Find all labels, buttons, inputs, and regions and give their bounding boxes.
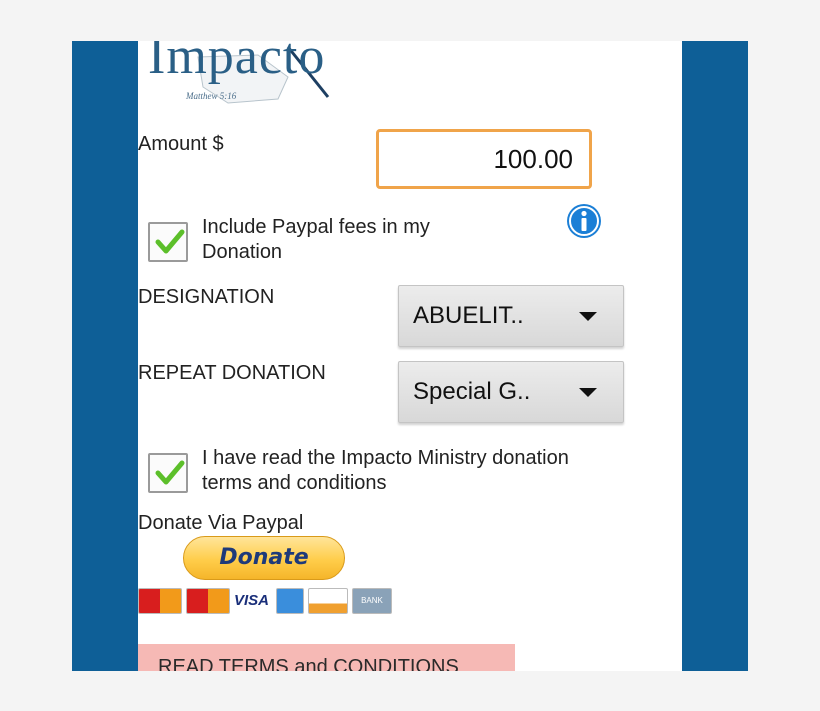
- include-fees-label-line1: Include Paypal fees in my: [202, 216, 430, 238]
- phone-frame-left: [72, 41, 138, 671]
- terms-agree-label-line1: I have read the Impacto Ministry donatio…: [202, 447, 569, 469]
- paypal-label: Donate Via Paypal: [138, 512, 304, 534]
- designation-value: ABUELIT..: [413, 302, 524, 329]
- designation-label: DESIGNATION: [138, 286, 275, 308]
- logo-verse: Matthew 5:16: [186, 91, 237, 101]
- include-fees-label-line2: Donation: [202, 241, 283, 263]
- checkmark-icon: [155, 460, 185, 485]
- visa-card-icon: VISA: [234, 592, 270, 609]
- amount-input[interactable]: 100.00: [376, 129, 592, 189]
- terms-agree-checkbox[interactable]: [148, 453, 188, 493]
- logo-wordmark: Impacto: [148, 41, 326, 85]
- dropdown-arrow-icon: [579, 388, 597, 397]
- paypal-donate-button[interactable]: Donate: [183, 536, 345, 580]
- discover-card-icon: [308, 588, 348, 614]
- bank-icon: BANK: [352, 588, 392, 614]
- impacto-logo: Impacto Matthew 5:16: [148, 41, 378, 107]
- phone-frame-right: [682, 41, 748, 671]
- mastercard-icon: [186, 588, 230, 614]
- amex-card-icon: [276, 588, 304, 614]
- donation-screen: Impacto Matthew 5:16 Amount $ 100.00 Inc…: [138, 41, 682, 671]
- designation-select[interactable]: ABUELIT..: [398, 285, 624, 347]
- dropdown-arrow-icon: [579, 312, 597, 321]
- include-fees-label: Include Paypal fees in my Donation: [202, 215, 430, 265]
- terms-agree-label: I have read the Impacto Ministry donatio…: [202, 446, 569, 496]
- terms-agree-label-line2: terms and conditions: [202, 472, 387, 494]
- maestro-card-icon: [138, 588, 182, 614]
- read-terms-button[interactable]: READ TERMS and CONDITIONS: [138, 644, 515, 671]
- repeat-donation-value: Special G..: [413, 378, 531, 405]
- repeat-donation-label: REPEAT DONATION: [138, 362, 326, 384]
- info-icon[interactable]: [566, 203, 602, 239]
- checkmark-icon: [155, 229, 185, 254]
- amount-label: Amount $: [138, 133, 224, 155]
- include-fees-checkbox[interactable]: [148, 222, 188, 262]
- repeat-donation-select[interactable]: Special G..: [398, 361, 624, 423]
